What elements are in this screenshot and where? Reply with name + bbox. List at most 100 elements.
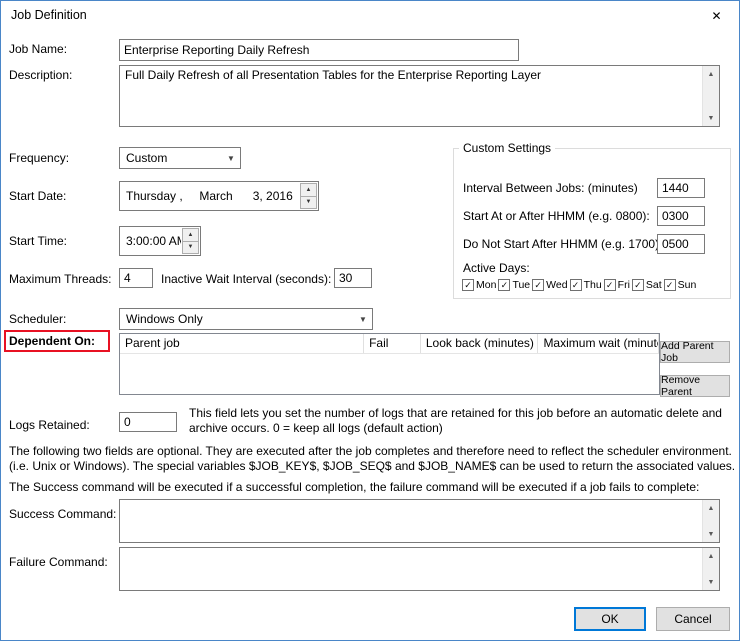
- parent-jobs-list[interactable]: [120, 354, 659, 394]
- active-day-sun: ✓ Sun: [663, 279, 697, 291]
- success-command-scrollbar[interactable]: ▲ ▼: [702, 500, 719, 542]
- remove-parent-button[interactable]: Remove Parent: [660, 375, 730, 397]
- success-failure-note: The Success command will be executed if …: [9, 480, 700, 494]
- optional-fields-note: The following two fields are optional. T…: [9, 444, 736, 473]
- maximum-threads-input[interactable]: [119, 268, 153, 288]
- start-time-spinner[interactable]: ▲ ▼: [182, 228, 199, 254]
- chevron-down-icon: ▼: [359, 314, 367, 324]
- inactive-wait-input[interactable]: [334, 268, 372, 288]
- checkbox-mon[interactable]: ✓: [462, 279, 474, 291]
- logs-retained-help: This field lets you set the number of lo…: [189, 406, 722, 435]
- success-command-text: [120, 500, 702, 542]
- scheduler-value: Windows Only: [126, 312, 203, 326]
- scroll-up-icon[interactable]: ▲: [703, 66, 719, 82]
- parent-jobs-table: Parent job Fail Look back (minutes) Maxi…: [119, 333, 660, 395]
- spinner-up-icon[interactable]: ▲: [300, 183, 317, 197]
- maximum-threads-label: Maximum Threads:: [9, 272, 112, 286]
- failure-command-label: Failure Command:: [9, 555, 108, 569]
- start-at-label: Start At or After HHMM (e.g. 0800):: [463, 209, 650, 223]
- check-icon: ✓: [571, 279, 580, 290]
- checkbox-tue[interactable]: ✓: [498, 279, 511, 291]
- frequency-dropdown[interactable]: Custom ▼: [119, 147, 241, 169]
- spinner-down-icon[interactable]: ▼: [300, 196, 317, 209]
- start-date-picker[interactable]: Thursday , March 3, 2016 ▲ ▼: [119, 181, 319, 211]
- column-fail[interactable]: Fail: [364, 334, 421, 353]
- failure-command-scrollbar[interactable]: ▲ ▼: [702, 548, 719, 590]
- checkbox-sun[interactable]: ✓: [663, 279, 676, 291]
- active-day-thu: ✓ Thu: [569, 279, 602, 291]
- start-time-value: 3:00:00 AM: [126, 234, 181, 248]
- spinner-up-icon[interactable]: ▲: [182, 228, 199, 242]
- description-scrollbar[interactable]: ▲ ▼: [702, 66, 719, 126]
- not-after-input[interactable]: [657, 234, 705, 254]
- start-time-picker[interactable]: 3:00:00 AM ▲ ▼: [119, 226, 201, 256]
- check-icon: ✓: [464, 279, 472, 290]
- add-parent-job-button[interactable]: Add Parent Job: [660, 341, 730, 363]
- ok-button[interactable]: OK: [574, 607, 646, 631]
- interval-label: Interval Between Jobs: (minutes): [463, 181, 638, 195]
- active-day-fri: ✓ Fri: [603, 279, 630, 291]
- scroll-up-icon[interactable]: ▲: [703, 500, 719, 516]
- check-icon: ✓: [534, 279, 542, 290]
- spinner-down-icon[interactable]: ▼: [182, 241, 199, 254]
- custom-settings-group: Custom Settings Interval Between Jobs: (…: [453, 141, 731, 299]
- scheduler-dropdown[interactable]: Windows Only ▼: [119, 308, 373, 330]
- day-label-thu: Thu: [583, 279, 602, 291]
- active-day-sat: ✓ Sat: [631, 279, 662, 291]
- checkbox-sat[interactable]: ✓: [631, 279, 644, 291]
- job-definition-dialog: Job Definition ✕ Job Name: Description: …: [0, 0, 740, 641]
- active-days-label: Active Days:: [463, 261, 530, 275]
- not-after-label: Do Not Start After HHMM (e.g. 1700):: [463, 237, 663, 251]
- description-label: Description:: [9, 68, 73, 82]
- start-date-value: Thursday , March 3, 2016: [126, 189, 293, 203]
- frequency-label: Frequency:: [9, 151, 70, 165]
- description-input[interactable]: Full Daily Refresh of all Presentation T…: [119, 65, 720, 127]
- description-text: Full Daily Refresh of all Presentation T…: [125, 68, 541, 82]
- cancel-button[interactable]: Cancel: [656, 607, 730, 631]
- dependent-on-label: Dependent On:: [9, 334, 95, 348]
- column-look-back[interactable]: Look back (minutes): [421, 334, 539, 353]
- scroll-track[interactable]: [703, 564, 719, 574]
- check-icon: ✓: [605, 279, 614, 290]
- logs-retained-input[interactable]: [119, 412, 177, 432]
- success-command-label: Success Command:: [9, 507, 117, 521]
- day-label-mon: Mon: [476, 279, 497, 291]
- checkbox-thu[interactable]: ✓: [569, 279, 582, 291]
- job-name-input[interactable]: [119, 39, 519, 61]
- frequency-value: Custom: [126, 151, 168, 165]
- start-date-spinner[interactable]: ▲ ▼: [300, 183, 317, 209]
- check-icon: ✓: [665, 279, 674, 290]
- day-label-tue: Tue: [512, 279, 531, 291]
- check-icon: ✓: [634, 279, 642, 290]
- check-icon: ✓: [500, 279, 509, 290]
- checkbox-wed[interactable]: ✓: [532, 279, 545, 291]
- active-day-tue: ✓ Tue: [498, 279, 530, 291]
- inactive-wait-label: Inactive Wait Interval (seconds):: [161, 272, 332, 286]
- failure-command-text: [120, 548, 702, 590]
- checkbox-fri[interactable]: ✓: [603, 279, 616, 291]
- close-icon: ✕: [711, 8, 722, 23]
- day-label-sat: Sat: [645, 279, 662, 291]
- column-maximum-wait[interactable]: Maximum wait (minutes): [538, 334, 659, 353]
- scroll-down-icon[interactable]: ▼: [703, 574, 719, 590]
- scroll-track[interactable]: [703, 82, 719, 110]
- scroll-up-icon[interactable]: ▲: [703, 548, 719, 564]
- custom-settings-title: Custom Settings: [463, 141, 552, 155]
- window-title: Job Definition: [11, 8, 87, 22]
- scroll-down-icon[interactable]: ▼: [703, 526, 719, 542]
- active-days-row: ✓ Mon ✓ Tue ✓ Wed ✓ Thu ✓ Fri ✓ Sat ✓ Sun: [462, 279, 726, 291]
- scroll-down-icon[interactable]: ▼: [703, 110, 719, 126]
- day-label-sun: Sun: [677, 279, 697, 291]
- day-label-fri: Fri: [617, 279, 630, 291]
- scroll-track[interactable]: [703, 516, 719, 526]
- active-day-mon: ✓ Mon: [462, 279, 496, 291]
- close-button[interactable]: ✕: [694, 1, 739, 30]
- titlebar: Job Definition ✕: [1, 1, 739, 31]
- start-at-input[interactable]: [657, 206, 705, 226]
- interval-input[interactable]: [657, 178, 705, 198]
- success-command-input[interactable]: ▲ ▼: [119, 499, 720, 543]
- active-day-wed: ✓ Wed: [532, 279, 568, 291]
- failure-command-input[interactable]: ▲ ▼: [119, 547, 720, 591]
- column-parent-job[interactable]: Parent job: [120, 334, 365, 353]
- dependent-on-highlight: Dependent On:: [4, 330, 110, 352]
